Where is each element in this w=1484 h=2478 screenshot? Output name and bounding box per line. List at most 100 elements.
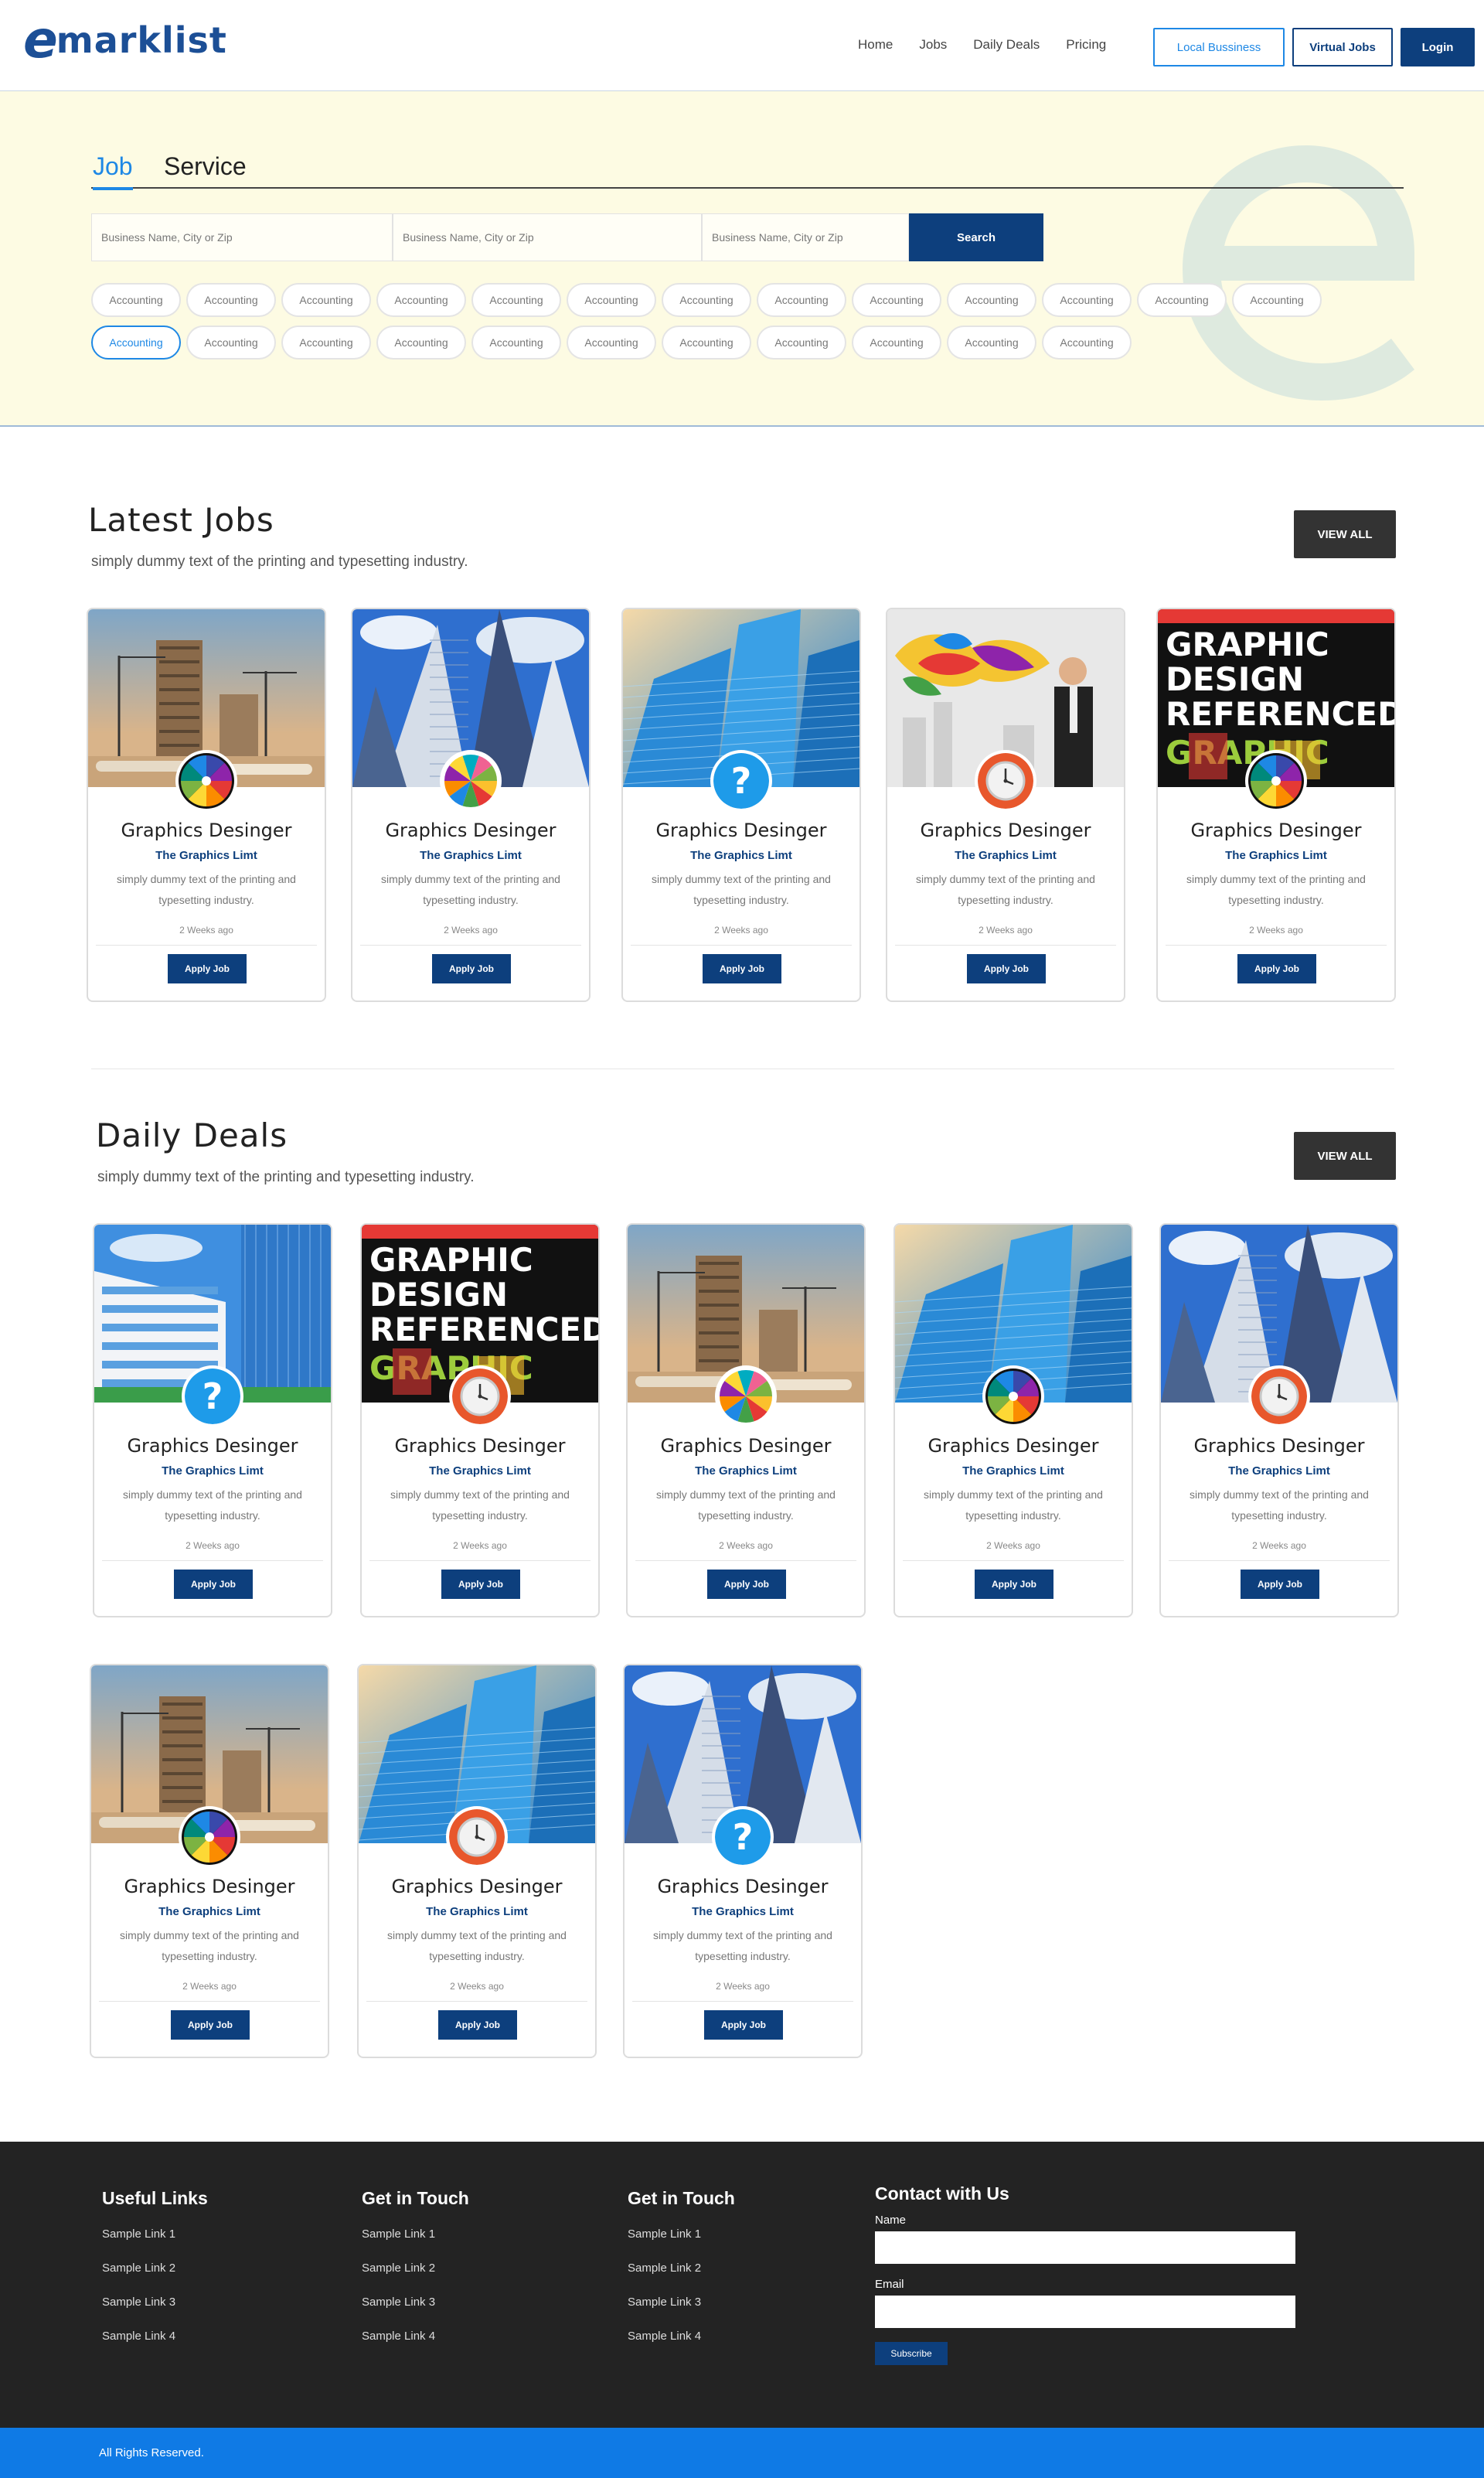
copyright-text: All Rights Reserved. xyxy=(99,2446,204,2459)
card-description: simply dummy text of the printing and ty… xyxy=(381,873,560,906)
color-wheel-icon xyxy=(175,750,237,812)
apply-job-button[interactable]: Apply Job xyxy=(704,2010,783,2040)
tag-chip[interactable]: Accounting xyxy=(186,326,276,360)
tag-chip[interactable]: Accounting xyxy=(376,283,466,317)
daily-deals-view-all-button[interactable]: VIEW ALL xyxy=(1294,1132,1396,1180)
card-company[interactable]: The Graphics Limt xyxy=(359,1905,595,1918)
tag-chip[interactable]: Accounting xyxy=(567,326,656,360)
virtual-jobs-button[interactable]: Virtual Jobs xyxy=(1292,28,1393,66)
card-company[interactable]: The Graphics Limt xyxy=(94,1464,331,1478)
footer-link[interactable]: Sample Link 1 xyxy=(362,2227,469,2241)
search-input-2[interactable] xyxy=(403,231,701,244)
nav-daily-deals[interactable]: Daily Deals xyxy=(973,37,1040,53)
nav-home[interactable]: Home xyxy=(858,37,893,53)
tag-chip[interactable]: Accounting xyxy=(91,283,181,317)
apply-job-button[interactable]: Apply Job xyxy=(438,2010,517,2040)
search-button[interactable]: Search xyxy=(909,213,1043,261)
apply-job-button[interactable]: Apply Job xyxy=(168,954,247,983)
tag-chip[interactable]: Accounting xyxy=(1232,283,1322,317)
card-company[interactable]: The Graphics Limt xyxy=(895,1464,1132,1478)
tag-chip[interactable]: Accounting xyxy=(1042,326,1132,360)
tag-chip[interactable]: Accounting xyxy=(852,326,941,360)
card-company[interactable]: The Graphics Limt xyxy=(625,1905,861,1918)
contact-form: Contact with Us Name Email Subscribe xyxy=(875,2183,1295,2365)
card-title: Graphics Desinger xyxy=(391,1876,563,1897)
tag-chip[interactable]: Accounting xyxy=(1042,283,1132,317)
tag-chip[interactable]: Accounting xyxy=(662,326,751,360)
footer-link[interactable]: Sample Link 2 xyxy=(102,2262,208,2275)
card-company[interactable]: The Graphics Limt xyxy=(352,849,589,862)
apply-job-button[interactable]: Apply Job xyxy=(171,2010,250,2040)
login-button[interactable]: Login xyxy=(1401,28,1475,66)
card-description: simply dummy text of the printing and ty… xyxy=(916,873,1095,906)
question-icon: ? xyxy=(712,1806,774,1868)
job-card: GRAPHIC DESIGN REFERENCED GRAPHIC Graphics … xyxy=(1156,608,1396,1002)
card-company[interactable]: The Graphics Limt xyxy=(623,849,859,862)
footer-link[interactable]: Sample Link 2 xyxy=(362,2262,469,2275)
footer-link[interactable]: Sample Link 3 xyxy=(628,2296,735,2309)
footer-link[interactable]: Sample Link 1 xyxy=(628,2227,735,2241)
footer-link[interactable]: Sample Link 3 xyxy=(362,2296,469,2309)
tab-service[interactable]: Service xyxy=(164,152,247,181)
tag-chip[interactable]: Accounting xyxy=(757,326,846,360)
card-company[interactable]: The Graphics Limt xyxy=(628,1464,864,1478)
latest-jobs-view-all-button[interactable]: VIEW ALL xyxy=(1294,510,1396,558)
card-company[interactable]: The Graphics Limt xyxy=(1161,1464,1397,1478)
apply-job-button[interactable]: Apply Job xyxy=(707,1570,786,1599)
nav-jobs[interactable]: Jobs xyxy=(919,37,947,53)
tag-chip[interactable]: Accounting xyxy=(567,283,656,317)
footer-link[interactable]: Sample Link 4 xyxy=(628,2330,735,2343)
card-company[interactable]: The Graphics Limt xyxy=(362,1464,598,1478)
card-company[interactable]: The Graphics Limt xyxy=(1158,849,1394,862)
local-business-button[interactable]: Local Bussiness xyxy=(1153,28,1285,66)
email-label: Email xyxy=(875,2278,904,2291)
tag-chip[interactable]: Accounting xyxy=(376,326,466,360)
footer-link[interactable]: Sample Link 4 xyxy=(102,2330,208,2343)
footer-link[interactable]: Sample Link 2 xyxy=(628,2262,735,2275)
tag-chip[interactable]: Accounting xyxy=(281,283,371,317)
email-field[interactable] xyxy=(875,2296,1295,2328)
tag-chip[interactable]: Accounting xyxy=(947,283,1036,317)
card-divider xyxy=(1166,945,1387,946)
footer-link[interactable]: Sample Link 1 xyxy=(102,2227,208,2241)
svg-text:REFERENCED: REFERENCED xyxy=(369,1311,598,1348)
tag-chip[interactable]: Accounting xyxy=(281,326,371,360)
logo[interactable]: e marklist xyxy=(23,15,227,66)
footer-link[interactable]: Sample Link 4 xyxy=(362,2330,469,2343)
apply-job-button[interactable]: Apply Job xyxy=(174,1570,253,1599)
card-company[interactable]: The Graphics Limt xyxy=(887,849,1124,862)
tab-job[interactable]: Job xyxy=(93,152,133,190)
tag-chip[interactable]: Accounting xyxy=(1137,283,1227,317)
card-company[interactable]: The Graphics Limt xyxy=(88,849,325,862)
tag-chip[interactable]: Accounting xyxy=(662,283,751,317)
apply-job-button[interactable]: Apply Job xyxy=(1241,1570,1319,1599)
nav-pricing[interactable]: Pricing xyxy=(1066,37,1106,53)
beach-ball-icon xyxy=(715,1365,777,1427)
tag-chip[interactable]: Accounting xyxy=(947,326,1036,360)
search-input-1[interactable] xyxy=(101,231,392,244)
card-company[interactable]: The Graphics Limt xyxy=(91,1905,328,1918)
clock-icon xyxy=(975,750,1036,812)
footer-useful-links-title: Useful Links xyxy=(102,2188,208,2208)
search-input-3[interactable] xyxy=(712,231,908,244)
card-title: Graphics Desinger xyxy=(657,1876,829,1897)
tag-chip[interactable]: Accounting xyxy=(471,326,561,360)
tag-chip[interactable]: Accounting xyxy=(91,326,181,360)
card-time: 2 Weeks ago xyxy=(716,1981,770,1992)
job-card: Graphics Desinger The Graphics Limt simp… xyxy=(351,608,591,1002)
color-wheel-icon xyxy=(179,1806,240,1868)
footer-link[interactable]: Sample Link 3 xyxy=(102,2296,208,2309)
tag-chip[interactable]: Accounting xyxy=(852,283,941,317)
job-card: Graphics Desinger The Graphics Limt simp… xyxy=(626,1223,866,1617)
subscribe-button[interactable]: Subscribe xyxy=(875,2342,948,2365)
apply-job-button[interactable]: Apply Job xyxy=(967,954,1046,983)
tag-chip[interactable]: Accounting xyxy=(186,283,276,317)
apply-job-button[interactable]: Apply Job xyxy=(975,1570,1053,1599)
apply-job-button[interactable]: Apply Job xyxy=(432,954,511,983)
apply-job-button[interactable]: Apply Job xyxy=(1237,954,1316,983)
apply-job-button[interactable]: Apply Job xyxy=(703,954,781,983)
tag-chip[interactable]: Accounting xyxy=(471,283,561,317)
name-field[interactable] xyxy=(875,2231,1295,2264)
tag-chip[interactable]: Accounting xyxy=(757,283,846,317)
apply-job-button[interactable]: Apply Job xyxy=(441,1570,520,1599)
